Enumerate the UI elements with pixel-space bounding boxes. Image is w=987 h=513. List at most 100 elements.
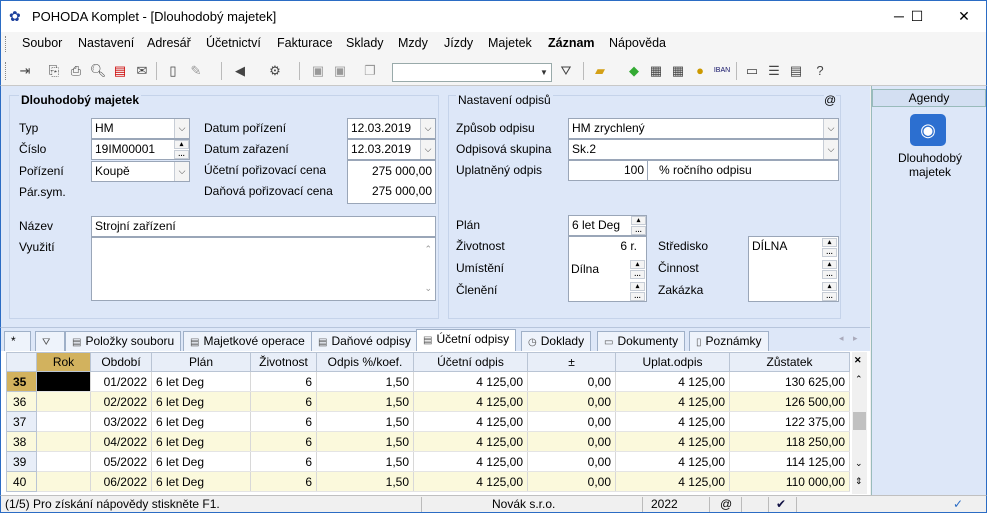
copy-record-icon[interactable]: ⎘ [45, 62, 63, 80]
scroll-up-icon[interactable]: ⌃ [424, 240, 432, 259]
cell-plan[interactable]: 6 let Deg [151, 451, 251, 472]
tab-polozky[interactable]: ▤ Položky souboru [65, 331, 182, 351]
row-number[interactable]: 37 [6, 411, 37, 432]
ellipsis-icon[interactable]: … [822, 248, 837, 257]
list-icon[interactable]: ☰ [765, 62, 783, 80]
col-zivotnost[interactable]: Životnost [250, 352, 317, 372]
settings-icon[interactable]: ⚙ [266, 62, 284, 80]
plan-field[interactable]: 6 let Deg ▴… [568, 215, 647, 236]
scroll-down-icon[interactable]: ⌄ [855, 458, 863, 469]
cell-zivotnost[interactable]: 6 [250, 431, 317, 452]
exit-icon[interactable]: ⇥ [16, 62, 34, 80]
ellipsis-icon[interactable]: … [631, 226, 646, 235]
cell-zustatek[interactable]: 122 375,00 [729, 411, 850, 432]
cell-pm[interactable]: 0,00 [527, 451, 616, 472]
cell-obdobi[interactable]: 03/2022 [90, 411, 152, 432]
help-icon[interactable]: ? [811, 62, 829, 80]
scroll-end-icon[interactable]: ⇕ [855, 476, 863, 487]
cell-ucetni[interactable]: 4 125,00 [413, 391, 528, 412]
cell-obdobi[interactable]: 04/2022 [90, 431, 152, 452]
filter-icon[interactable]: ⛛ [557, 62, 575, 80]
ucetni-cena-value[interactable]: 275 000,00 [351, 161, 432, 181]
porizeni-field[interactable]: Koupě ⌵ [91, 161, 190, 182]
cell-zivotnost[interactable]: 6 [250, 471, 317, 492]
coins-icon[interactable]: ● [691, 62, 709, 80]
cell-ucetni[interactable]: 4 125,00 [413, 371, 528, 392]
col-plan[interactable]: Plán [151, 352, 251, 372]
cena-field[interactable]: 275 000,00 275 000,00 [347, 160, 436, 204]
cell-uplat[interactable]: 4 125,00 [615, 371, 730, 392]
cell-uplat[interactable]: 4 125,00 [615, 391, 730, 412]
toolbar-combo[interactable]: ▼ [392, 63, 552, 82]
ellipsis-icon[interactable]: … [630, 270, 645, 279]
cell-zustatek[interactable]: 126 500,00 [729, 391, 850, 412]
cell-ucetni[interactable]: 4 125,00 [413, 431, 528, 452]
col-obdobi[interactable]: Období [90, 352, 152, 372]
cell-rok[interactable] [36, 431, 91, 452]
table-row[interactable]: 39 05/2022 6 let Deg 6 1,50 4 125,00 0,00 4 125… [6, 451, 850, 472]
cell-plan[interactable]: 6 let Deg [151, 431, 251, 452]
asset-agenda-label[interactable]: Dlouhodobý majetek [882, 151, 978, 179]
cell-obdobi[interactable]: 06/2022 [90, 471, 152, 492]
row-number[interactable]: 38 [6, 431, 37, 452]
menu-majetek[interactable]: Majetek [488, 36, 532, 50]
menu-fakturace[interactable]: Fakturace [277, 36, 333, 50]
cell-obdobi[interactable]: 05/2022 [90, 451, 152, 472]
chevron-down-icon[interactable]: ⌵ [420, 119, 435, 138]
cell-pm[interactable]: 0,00 [527, 371, 616, 392]
edit-icon[interactable]: ✎ [187, 62, 205, 80]
tab-poznamky[interactable]: ▯ Poznámky [689, 331, 769, 351]
tab-scroll-right-icon[interactable]: ▸ [853, 333, 858, 344]
col-uplat[interactable]: Uplat.odpis [615, 352, 730, 372]
uplatneny-field[interactable]: 100 [568, 160, 648, 181]
chevron-down-icon[interactable]: ⌵ [174, 162, 189, 181]
chevron-down-icon[interactable]: ▼ [537, 64, 551, 81]
pdf-icon[interactable]: ▤ [111, 62, 129, 80]
col-ucetni[interactable]: Účetní odpis [413, 352, 528, 372]
vyuziti-field[interactable]: ⌃ ⌄ [91, 237, 436, 301]
cell-plan[interactable]: 6 let Deg [151, 411, 251, 432]
row-number[interactable]: 40 [6, 471, 37, 492]
spin-icon[interactable]: ▴ [822, 238, 837, 247]
menu-zaznam[interactable]: Záznam [548, 36, 595, 50]
cell-zustatek[interactable]: 110 000,00 [729, 471, 850, 492]
cell-rok[interactable] [36, 391, 91, 412]
table-row[interactable]: 37 03/2022 6 let Deg 6 1,50 4 125,00 0,00 4 125… [6, 411, 850, 432]
at-icon[interactable]: @ [824, 93, 837, 107]
cell-zustatek[interactable]: 114 125,00 [729, 451, 850, 472]
cell-obdobi[interactable]: 02/2022 [90, 391, 152, 412]
export-icon[interactable]: ✉ [133, 62, 151, 80]
menu-nastaveni[interactable]: Nastavení [78, 36, 134, 50]
tab-doklady[interactable]: ◷ Doklady [521, 331, 592, 351]
datum-porizeni-field[interactable]: 12.03.2019 ⌵ [347, 118, 436, 139]
cell-pm[interactable]: 0,00 [527, 411, 616, 432]
ellipsis-icon[interactable]: … [174, 150, 189, 159]
ellipsis-icon[interactable]: … [822, 270, 837, 279]
cell-plan[interactable]: 6 let Deg [151, 371, 251, 392]
menu-ucetnictvi[interactable]: Účetnictví [206, 36, 261, 50]
save-all-icon[interactable]: ▣ [331, 62, 349, 80]
typ-field[interactable]: HM ⌵ [91, 118, 190, 139]
calculator-icon[interactable]: ▦ [669, 62, 687, 80]
cell-pm[interactable]: 0,00 [527, 431, 616, 452]
row-number[interactable]: 35 [6, 371, 37, 392]
tab-danove-odpisy[interactable]: ▤ Daňové odpisy [311, 331, 418, 351]
col-zustatek[interactable]: Zůstatek [729, 352, 850, 372]
spin-icon[interactable]: ▴ [822, 282, 837, 291]
cell-ucetni[interactable]: 4 125,00 [413, 451, 528, 472]
datum-zarazeni-field[interactable]: 12.03.2019 ⌵ [347, 139, 436, 160]
cell-uplat[interactable]: 4 125,00 [615, 471, 730, 492]
scroll-up-icon[interactable]: ⌃ [855, 374, 863, 385]
menu-jizdy[interactable]: Jízdy [444, 36, 473, 50]
chevron-down-icon[interactable]: ⌵ [823, 119, 838, 138]
tab-all[interactable]: * [4, 331, 31, 351]
status-at[interactable]: @ [720, 497, 732, 511]
cell-pm[interactable]: 0,00 [527, 471, 616, 492]
cell-zustatek[interactable]: 118 250,00 [729, 431, 850, 452]
maximize-button[interactable]: ☐ [894, 1, 940, 32]
cell-odpis[interactable]: 1,50 [316, 391, 414, 412]
tab-ucetni-odpisy[interactable]: ▤ Účetní odpisy [416, 329, 517, 351]
nazev-field[interactable]: Strojní zařízení [91, 216, 436, 237]
table-row[interactable]: 35 01/2022 6 let Deg 6 1,50 4 125,00 0,00 4 125… [6, 371, 850, 392]
ok-status-icon[interactable]: ✓ [953, 497, 963, 511]
